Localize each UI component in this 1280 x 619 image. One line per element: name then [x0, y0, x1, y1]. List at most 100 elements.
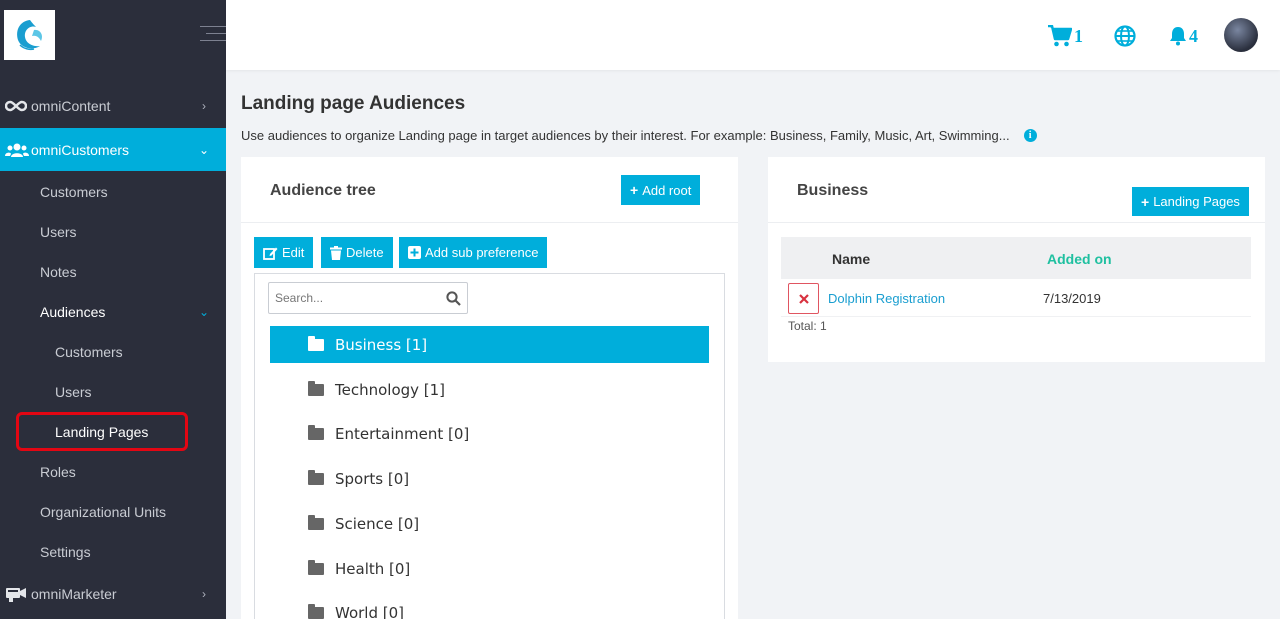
- tree-node-label: World [0]: [335, 603, 405, 619]
- avatar[interactable]: [1224, 18, 1258, 52]
- page-title: Landing page Audiences: [241, 93, 466, 114]
- plus-icon: +: [1141, 193, 1150, 210]
- info-icon[interactable]: i: [1023, 129, 1037, 142]
- tree-node-label: Technology [1]: [335, 380, 446, 399]
- nav-label: Audiences: [40, 304, 106, 320]
- nav-omnicustomers[interactable]: omniCustomers ⌄: [0, 128, 226, 171]
- notification-count: 4: [1189, 25, 1198, 46]
- sidebar-header: [0, 0, 226, 70]
- trash-icon: [330, 245, 342, 260]
- nav-audiences-customers[interactable]: Customers: [0, 332, 226, 372]
- infinity-icon: [5, 100, 31, 112]
- panel-title: Business: [797, 182, 869, 199]
- nav-customers[interactable]: Customers: [0, 172, 226, 212]
- language-button[interactable]: [1114, 22, 1136, 50]
- landing-page-link[interactable]: Dolphin Registration: [828, 291, 945, 306]
- menu-icon[interactable]: [200, 26, 226, 47]
- folder-icon: [308, 603, 324, 619]
- close-icon: [798, 293, 809, 304]
- nav-audiences-users[interactable]: Users: [0, 372, 226, 412]
- plus-square-icon: [408, 246, 421, 259]
- chevron-right-icon: ›: [202, 587, 206, 601]
- nav-label: omniMarketer: [31, 586, 117, 602]
- search-icon[interactable]: [446, 290, 461, 306]
- nav-omnicontent[interactable]: omniContent ›: [0, 86, 226, 126]
- cart-count: 1: [1074, 25, 1083, 46]
- nav-audiences-landing-pages[interactable]: Landing Pages: [0, 412, 226, 452]
- folder-icon: [308, 559, 324, 575]
- remove-button[interactable]: [788, 283, 819, 314]
- plus-icon: +: [630, 182, 639, 198]
- audience-tree-panel: Audience tree + Add root Edit Delete Add…: [241, 157, 738, 619]
- table-header: Name Added on: [781, 237, 1251, 279]
- cart-button[interactable]: 1: [1048, 22, 1083, 50]
- column-added-on[interactable]: Added on: [1047, 251, 1112, 267]
- tree-node-entertainment[interactable]: Entertainment [0]: [270, 415, 709, 452]
- tree-search: [268, 282, 468, 314]
- column-name[interactable]: Name: [832, 251, 870, 267]
- folder-icon: [308, 335, 324, 351]
- logo-icon[interactable]: [4, 10, 55, 60]
- nav-audiences[interactable]: Audiences ⌄: [0, 292, 226, 332]
- cart-icon: [1048, 25, 1072, 47]
- nav-settings[interactable]: Settings: [0, 532, 226, 572]
- add-root-button[interactable]: + Add root: [621, 175, 701, 205]
- sidebar: omniContent › omniCustomers ⌄ Customers …: [0, 0, 226, 619]
- tree-node-world[interactable]: World [0]: [270, 594, 709, 619]
- table-row: Dolphin Registration 7/13/2019: [781, 279, 1251, 317]
- tree-node-label: Business [1]: [335, 335, 428, 354]
- tree-node-health[interactable]: Health [0]: [270, 550, 709, 587]
- audience-tree: Business [1] Technology [1] Entertainmen…: [254, 273, 725, 619]
- nav-label: Users: [55, 384, 92, 400]
- button-label: Add root: [642, 182, 692, 198]
- add-sub-preference-button[interactable]: Add sub preference: [399, 237, 548, 268]
- tree-node-business[interactable]: Business [1]: [270, 326, 709, 363]
- delete-button[interactable]: Delete: [321, 237, 393, 268]
- nav-roles[interactable]: Roles: [0, 452, 226, 492]
- nav-label: Roles: [40, 464, 76, 480]
- notifications-button[interactable]: 4: [1169, 22, 1198, 50]
- nav-label: Users: [40, 224, 77, 240]
- chevron-down-icon: ⌄: [198, 305, 210, 319]
- tree-node-sports[interactable]: Sports [0]: [270, 460, 709, 497]
- page-description: Use audiences to organize Landing page i…: [241, 128, 1037, 143]
- nav-label: Organizational Units: [40, 504, 167, 520]
- tree-node-label: Health [0]: [335, 559, 411, 578]
- button-label: Delete: [346, 245, 384, 260]
- chevron-down-icon: ⌄: [198, 142, 210, 157]
- tree-node-label: Science [0]: [335, 514, 420, 533]
- button-label: Add sub preference: [425, 245, 539, 260]
- nav-users[interactable]: Users: [0, 212, 226, 252]
- nav-label: Notes: [40, 264, 77, 280]
- folder-icon: [308, 469, 324, 485]
- search-input[interactable]: [275, 291, 446, 305]
- folder-icon: [308, 380, 324, 396]
- nav-label: Customers: [55, 344, 123, 360]
- nav-label: omniCustomers: [31, 141, 130, 158]
- add-landing-pages-button[interactable]: + Landing Pages: [1132, 187, 1249, 216]
- panel-header: Business + Landing Pages: [768, 157, 1265, 223]
- nav-omnimarketer[interactable]: omniMarketer ›: [0, 574, 226, 614]
- tree-node-science[interactable]: Science [0]: [270, 505, 709, 542]
- page-description-text: Use audiences to organize Landing page i…: [241, 128, 1010, 143]
- chevron-right-icon: ›: [202, 99, 206, 113]
- edit-button[interactable]: Edit: [254, 237, 314, 268]
- tree-node-label: Entertainment [0]: [335, 424, 470, 443]
- added-on-value: 7/13/2019: [1043, 291, 1101, 306]
- panel-header: Audience tree + Add root: [241, 157, 738, 223]
- folder-icon: [308, 424, 324, 440]
- globe-icon: [1114, 25, 1136, 47]
- landing-pages-table: Name Added on Dolphin Registration 7/13/…: [781, 237, 1251, 317]
- nav-label: omniContent: [31, 98, 111, 114]
- tree-node-label: Sports [0]: [335, 469, 410, 488]
- tree-node-technology[interactable]: Technology [1]: [270, 371, 709, 408]
- button-label: Landing Pages: [1153, 194, 1240, 209]
- edit-icon: [263, 247, 278, 260]
- button-label: Edit: [282, 245, 305, 260]
- table-total: Total: 1: [788, 319, 827, 333]
- nav-organizational-units[interactable]: Organizational Units: [0, 492, 226, 532]
- nav-label: Customers: [40, 184, 108, 200]
- nav-notes[interactable]: Notes: [0, 252, 226, 292]
- bell-icon: [1170, 27, 1186, 46]
- nav-label: Landing Pages: [55, 424, 149, 440]
